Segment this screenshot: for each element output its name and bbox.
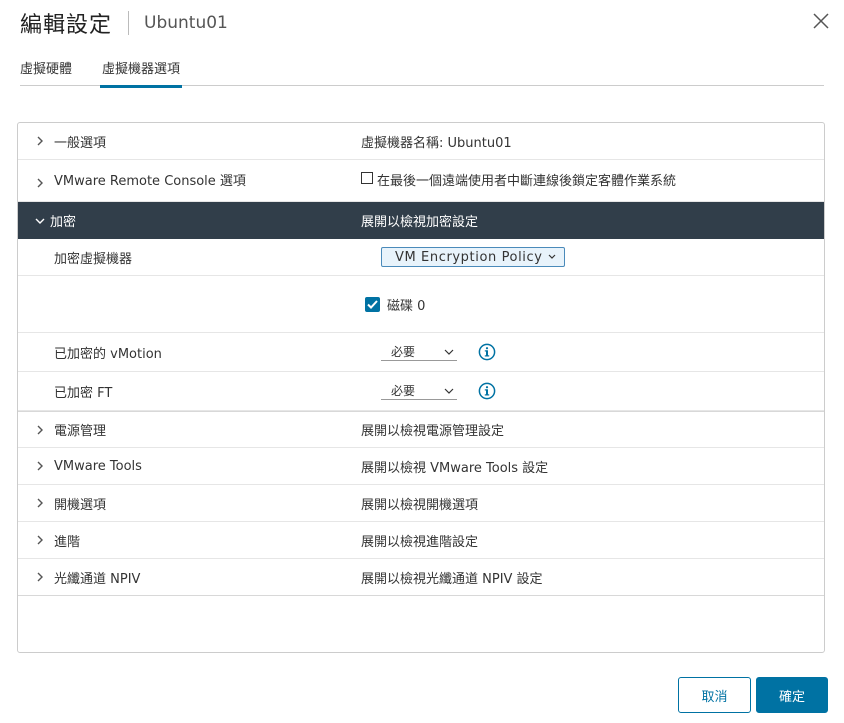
row-value: 展開以檢視電源管理設定	[361, 424, 505, 439]
encryption-policy-dropdown[interactable]: VM Encryption Policy	[381, 247, 565, 267]
info-icon[interactable]	[478, 343, 496, 361]
row-label: VMware Tools	[54, 458, 142, 474]
vm-name: Ubuntu01	[144, 13, 228, 33]
encrypted-vmotion-select[interactable]: 必要	[381, 343, 457, 361]
row-encrypted-ft: 已加密 FT 必要	[18, 372, 824, 411]
tab-virtual-hardware[interactable]: 虛擬硬體	[20, 60, 72, 86]
row-general-options[interactable]: 一般選項 虛擬機器名稱: Ubuntu01	[18, 123, 824, 160]
lock-guest-os-checkbox[interactable]	[361, 172, 373, 184]
chevron-right-icon[interactable]	[34, 177, 46, 189]
chevron-down-icon[interactable]	[34, 215, 46, 227]
row-label: VMware Remote Console 選項	[54, 174, 246, 189]
chevron-right-icon[interactable]	[34, 135, 46, 147]
row-label: 開機選項	[54, 497, 107, 513]
encryption-hint: 展開以檢視加密設定	[361, 215, 479, 230]
select-value: 必要	[391, 345, 416, 359]
ok-button[interactable]: 確定	[756, 677, 828, 713]
row-value: 展開以檢視開機選項	[361, 497, 479, 513]
row-encrypt-vm: 加密虛擬機器 VM Encryption Policy	[18, 239, 824, 276]
lock-guest-os-label: 在最後一個遠端使用者中斷連線後鎖定客體作業系統	[377, 174, 677, 189]
cancel-button[interactable]: 取消	[678, 677, 751, 713]
checkmark-icon	[367, 299, 378, 309]
title-separator	[128, 11, 130, 35]
row-label: 電源管理	[54, 424, 107, 439]
vm-name-value: 虛擬機器名稱: Ubuntu01	[361, 135, 512, 151]
row-value: 展開以檢視光纖通道 NPIV 設定	[361, 571, 543, 587]
chevron-right-icon[interactable]	[34, 460, 46, 472]
chevron-right-icon[interactable]	[34, 534, 46, 546]
info-icon[interactable]	[478, 382, 496, 400]
row-advanced[interactable]: 進階 展開以檢視進階設定	[18, 522, 824, 559]
chevron-right-icon[interactable]	[34, 424, 46, 436]
dialog-title: 編輯設定	[20, 13, 113, 38]
chevron-down-icon	[444, 349, 454, 355]
chevron-right-icon[interactable]	[34, 571, 46, 583]
row-encryption[interactable]: 加密 展開以檢視加密設定	[18, 202, 824, 239]
vm-options-panel: 一般選項 虛擬機器名稱: Ubuntu01 VMware Remote Cons…	[17, 122, 825, 653]
row-vmware-tools[interactable]: VMware Tools 展開以檢視 VMware Tools 設定	[18, 448, 824, 485]
tab-bar: 虛擬硬體 虛擬機器選項	[20, 60, 824, 88]
encrypted-ft-select[interactable]: 必要	[381, 382, 457, 400]
row-boot-options[interactable]: 開機選項 展開以檢視開機選項	[18, 485, 824, 522]
row-label: 一般選項	[54, 135, 107, 151]
chevron-down-icon	[444, 388, 454, 394]
select-value: 必要	[391, 384, 416, 398]
row-label: 光纖通道 NPIV	[54, 571, 141, 587]
row-label: 進階	[54, 534, 81, 550]
tab-vm-options[interactable]: 虛擬機器選項	[100, 60, 183, 88]
encrypted-ft-label: 已加密 FT	[54, 385, 113, 401]
close-icon[interactable]	[810, 10, 832, 32]
encrypt-vm-label: 加密虛擬機器	[54, 251, 133, 267]
row-fibre-channel-npiv[interactable]: 光纖通道 NPIV 展開以檢視光纖通道 NPIV 設定	[18, 559, 824, 596]
row-value: 展開以檢視 VMware Tools 設定	[361, 460, 549, 476]
row-vmrc-options[interactable]: VMware Remote Console 選項 在最後一個遠端使用者中斷連線後…	[18, 160, 824, 202]
chevron-down-icon	[548, 254, 555, 259]
policy-label: VM Encryption Policy	[395, 249, 543, 265]
row-encrypted-vmotion: 已加密的 vMotion 必要	[18, 333, 824, 372]
row-label: 加密	[50, 215, 77, 230]
row-value: 展開以檢視進階設定	[361, 534, 479, 550]
dialog-header: 編輯設定 Ubuntu01	[20, 8, 228, 38]
chevron-right-icon[interactable]	[34, 497, 46, 509]
row-power-management[interactable]: 電源管理 展開以檢視電源管理設定	[18, 411, 824, 448]
row-disk: 磁碟 0	[18, 276, 824, 333]
disk-label: 磁碟 0	[387, 298, 426, 314]
disk-checkbox[interactable]	[365, 296, 380, 312]
encrypted-vmotion-label: 已加密的 vMotion	[54, 346, 162, 362]
